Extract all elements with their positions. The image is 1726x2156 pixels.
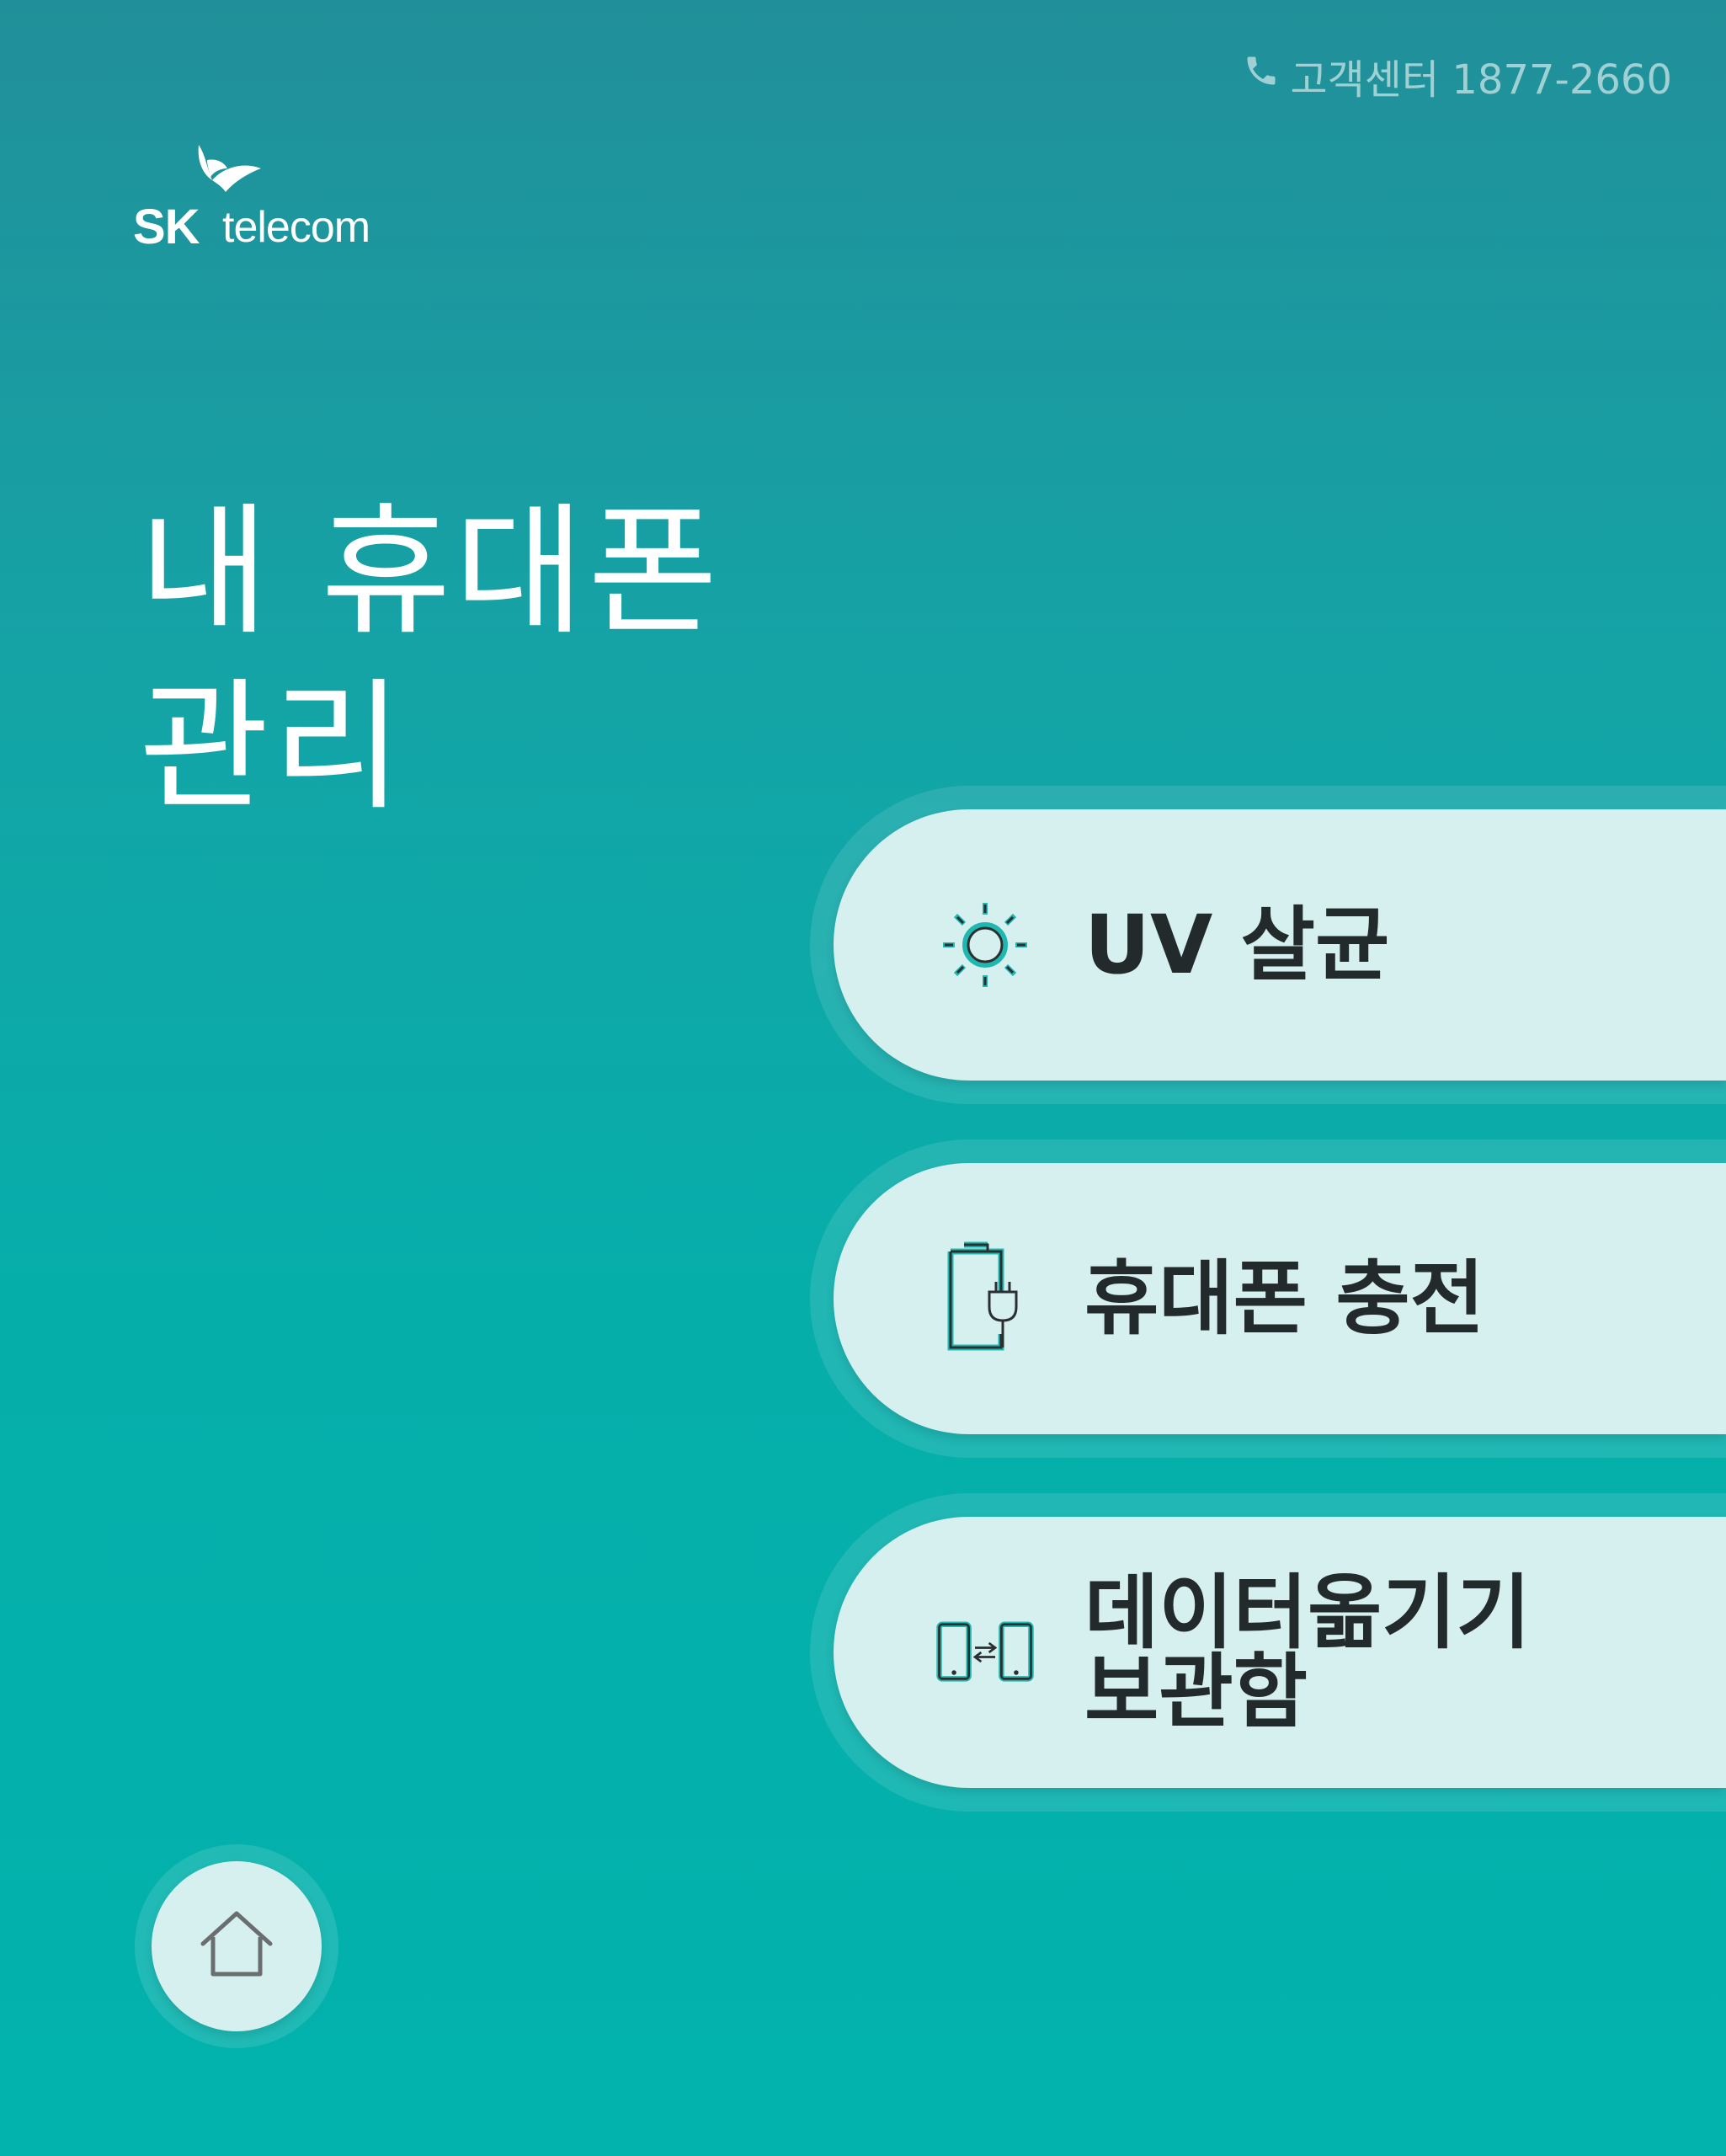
home-icon <box>196 1907 277 1986</box>
logo-brand-text: SK <box>133 200 200 254</box>
page-title-line1: 내 휴대폰 <box>139 489 722 654</box>
menu-label-charge: 휴대폰 충전 <box>1084 1251 1485 1346</box>
page-title-line2: 관리 <box>139 664 407 830</box>
battery-plug-icon <box>935 1240 1036 1358</box>
home-button-face[interactable] <box>152 1861 322 2031</box>
sun-icon <box>935 886 1036 1004</box>
menu-pill-charge[interactable]: 휴대폰 충전 <box>834 1163 1726 1434</box>
menu-label-uv: UV 살균 <box>1084 898 1390 992</box>
customer-center[interactable]: 고객센터 1877-2660 <box>1243 46 1672 105</box>
menu-pill-data[interactable]: 데이터옮기기 보관함 <box>834 1517 1726 1788</box>
home-button[interactable] <box>135 1844 338 2048</box>
phone-icon <box>1243 52 1280 99</box>
menu-pill-uv[interactable]: UV 살균 <box>834 809 1726 1081</box>
phone-transfer-icon <box>935 1593 1036 1711</box>
menu-label-data: 데이터옮기기 보관함 <box>1084 1566 1531 1739</box>
menu-item-phone-charge[interactable]: 휴대폰 충전 <box>810 1139 1726 1458</box>
sk-telecom-logo: SK telecom <box>133 143 386 254</box>
menu-item-data-transfer[interactable]: 데이터옮기기 보관함 <box>810 1493 1726 1812</box>
page-title: 내 휴대폰 관리 <box>139 484 722 835</box>
logo-product-text: telecom <box>222 203 370 252</box>
customer-center-label: 고객센터 1877-2660 <box>1290 56 1672 104</box>
menu-label-data-line2: 보관함 <box>1084 1645 1308 1739</box>
menu-item-uv-sterilize[interactable]: UV 살균 <box>810 786 1726 1104</box>
menu-label-data-line1: 데이터옮기기 <box>1084 1566 1531 1660</box>
